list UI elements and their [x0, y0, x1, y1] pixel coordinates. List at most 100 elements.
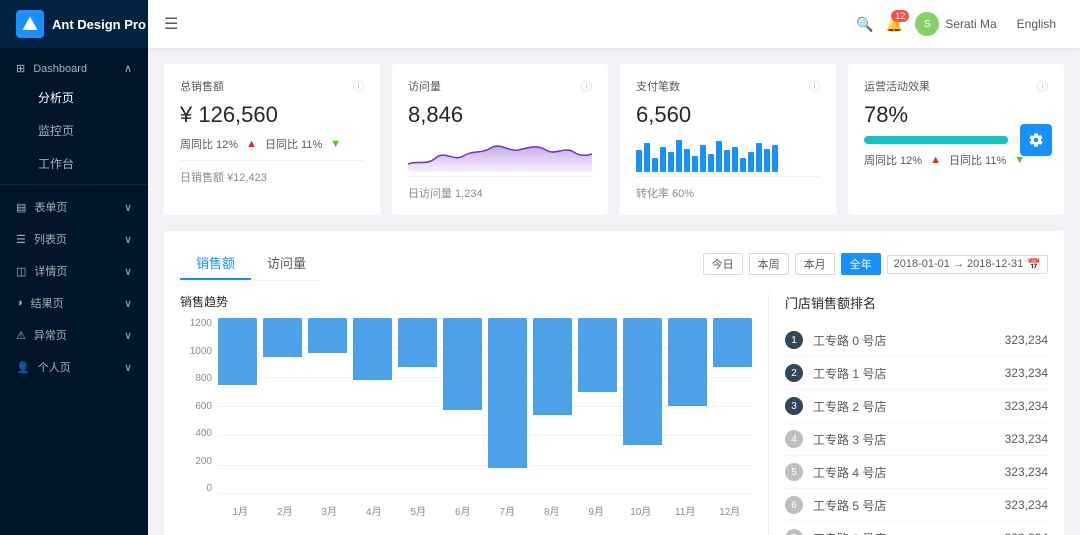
bar-1[interactable]	[263, 318, 302, 357]
ranking-value-4: 323,234	[1005, 465, 1048, 479]
detail-icon: ◫	[16, 265, 26, 278]
sidebar-item-results[interactable]: ◑ 结果页 ∨	[0, 285, 148, 317]
y-label-400: 400	[180, 428, 212, 439]
bar-8[interactable]	[578, 318, 617, 392]
ranking-item-4: 5工专路 4 号店323,234	[785, 456, 1048, 489]
bar-10[interactable]	[668, 318, 707, 406]
chart-tabs: 销售额 访问量	[180, 247, 322, 281]
avatar: S	[915, 12, 939, 36]
stat-footer-payments: 转化率 60%	[636, 176, 820, 201]
ranking-value-2: 323,234	[1005, 399, 1048, 413]
ranking-value-5: 323,234	[1005, 498, 1048, 512]
stat-value-visits: 8,846	[408, 102, 592, 128]
menu-toggle-icon[interactable]: ☰	[164, 14, 178, 34]
chart-bars	[218, 318, 752, 494]
date-btn-week[interactable]: 本周	[749, 253, 789, 275]
bar-group-1	[263, 318, 302, 494]
stat-cards-row: 总销售额 ⓘ ¥ 126,560 周同比 12% ▲ 日同比 11% ▼ 日销售…	[164, 64, 1064, 215]
stat-card-title-sales: 总销售额 ⓘ	[180, 78, 364, 94]
stat-card-campaign: 运营活动效果 ⓘ 78% 周同比 12% ▲ 日同比 11% ▼	[848, 64, 1064, 215]
ranking-value-1: 323,234	[1005, 366, 1048, 380]
search-icon[interactable]: 🔍	[856, 16, 873, 33]
sidebar-item-list[interactable]: ☰ 列表页 ∨	[0, 221, 148, 253]
stat-card-payments: 支付笔数 ⓘ 6,560	[620, 64, 836, 215]
bar-2[interactable]	[308, 318, 347, 353]
bar-group-0	[218, 318, 257, 494]
chart-title: 销售趋势	[180, 293, 752, 310]
info-icon-campaign[interactable]: ⓘ	[1037, 78, 1048, 94]
sidebar-item-monitor[interactable]: 监控页	[0, 114, 148, 147]
stat-trend-sales: 周同比 12% ▲ 日同比 11% ▼	[180, 136, 364, 152]
date-btn-today[interactable]: 今日	[703, 253, 743, 275]
ranking-name-1: 工专路 1 号店	[813, 365, 1005, 382]
ranking-name-6: 工专路 6 号店	[813, 530, 1005, 535]
x-label-3: 4月	[352, 503, 397, 518]
chart-x-labels: 1月2月3月4月5月6月7月8月9月10月11月12月	[218, 503, 752, 518]
trend-day-down-icon: ▼	[330, 138, 341, 150]
bar-group-9	[623, 318, 662, 494]
bar-chart-area: 1200 1000 800 600 400 200 0	[180, 318, 752, 518]
sidebar-item-analysis[interactable]: 分析页	[0, 81, 148, 114]
x-label-5: 6月	[441, 503, 486, 518]
ranking-name-3: 工专路 3 号店	[813, 431, 1005, 448]
app-name: Ant Design Pro	[52, 17, 146, 32]
date-range-picker[interactable]: 2018-01-01 → 2018-12-31 📅	[887, 255, 1048, 274]
bar-9[interactable]	[623, 318, 662, 445]
x-label-11: 12月	[708, 503, 753, 518]
stat-card-total-sales: 总销售额 ⓘ ¥ 126,560 周同比 12% ▲ 日同比 11% ▼ 日销售…	[164, 64, 380, 215]
bell-icon[interactable]: 🔔 12	[886, 16, 903, 33]
bar-group-11	[713, 318, 752, 494]
header: ☰ 🔍 🔔 12 S Serati Ma English	[148, 0, 1080, 48]
sidebar-item-profile[interactable]: 👤 个人页 ∨	[0, 349, 148, 381]
settings-button[interactable]	[1020, 124, 1052, 156]
notification-badge: 12	[891, 10, 909, 22]
x-label-9: 10月	[619, 503, 664, 518]
info-icon-visits[interactable]: ⓘ	[581, 78, 592, 94]
bar-11[interactable]	[713, 318, 752, 367]
language-selector[interactable]: English	[1009, 13, 1064, 35]
list-icon: ☰	[16, 233, 26, 246]
bar-group-7	[533, 318, 572, 494]
sidebar-item-exception[interactable]: ⚠ 异常页 ∨	[0, 317, 148, 349]
bar-3[interactable]	[353, 318, 392, 380]
ranking-item-1: 2工专路 1 号店323,234	[785, 357, 1048, 390]
y-label-800: 800	[180, 373, 212, 384]
tab-sales[interactable]: 销售额	[180, 247, 251, 280]
bar-7[interactable]	[533, 318, 572, 415]
sidebar-item-workspace[interactable]: 工作台	[0, 147, 148, 180]
bar-group-8	[578, 318, 617, 494]
info-icon-sales[interactable]: ⓘ	[353, 78, 364, 94]
date-btn-month[interactable]: 本月	[795, 253, 835, 275]
ranking-name-2: 工专路 2 号店	[813, 398, 1005, 415]
exception-icon: ⚠	[16, 329, 26, 342]
ranking-num-6: 7	[785, 529, 803, 535]
sidebar-item-forms[interactable]: ▤ 表单页 ∨	[0, 189, 148, 221]
stat-card-title-campaign: 运营活动效果 ⓘ	[864, 78, 1048, 94]
bar-4[interactable]	[398, 318, 437, 367]
date-controls: 今日 本周 本月 全年 2018-01-01 → 2018-12-31 📅	[703, 253, 1048, 275]
x-label-6: 7月	[485, 503, 530, 518]
header-actions: 🔍 🔔 12 S Serati Ma English	[856, 12, 1064, 36]
bar-0[interactable]	[218, 318, 257, 385]
bar-6[interactable]	[488, 318, 527, 468]
user-menu[interactable]: S Serati Ma	[915, 12, 996, 36]
campaign-progress-fill	[864, 136, 1008, 144]
ranking-value-0: 323,234	[1005, 333, 1048, 347]
ranking-name-5: 工专路 5 号店	[813, 497, 1005, 514]
ranking-item-2: 3工专路 2 号店323,234	[785, 390, 1048, 423]
ranking-item-5: 6工专路 5 号店323,234	[785, 489, 1048, 522]
trend-week-up-icon-2: ▲	[930, 154, 941, 166]
date-btn-year[interactable]: 全年	[841, 253, 881, 275]
tab-visits[interactable]: 访问量	[251, 247, 322, 280]
sidebar-group-dashboard[interactable]: ⊞ Dashboard ∧	[0, 52, 148, 81]
bar-5[interactable]	[443, 318, 482, 410]
sidebar-item-detail[interactable]: ◫ 详情页 ∨	[0, 253, 148, 285]
bar-group-4	[398, 318, 437, 494]
main-area: ☰ 🔍 🔔 12 S Serati Ma English 总销售额 ⓘ	[148, 0, 1080, 535]
profile-icon: 👤	[16, 361, 30, 374]
ranking-name-4: 工专路 4 号店	[813, 464, 1005, 481]
x-label-10: 11月	[663, 503, 708, 518]
info-icon-payments[interactable]: ⓘ	[809, 78, 820, 94]
chart-section: 销售额 访问量 今日 本周 本月 全年 2018-01-01 → 2018-12…	[164, 231, 1064, 535]
results-icon: ◑	[16, 297, 23, 309]
